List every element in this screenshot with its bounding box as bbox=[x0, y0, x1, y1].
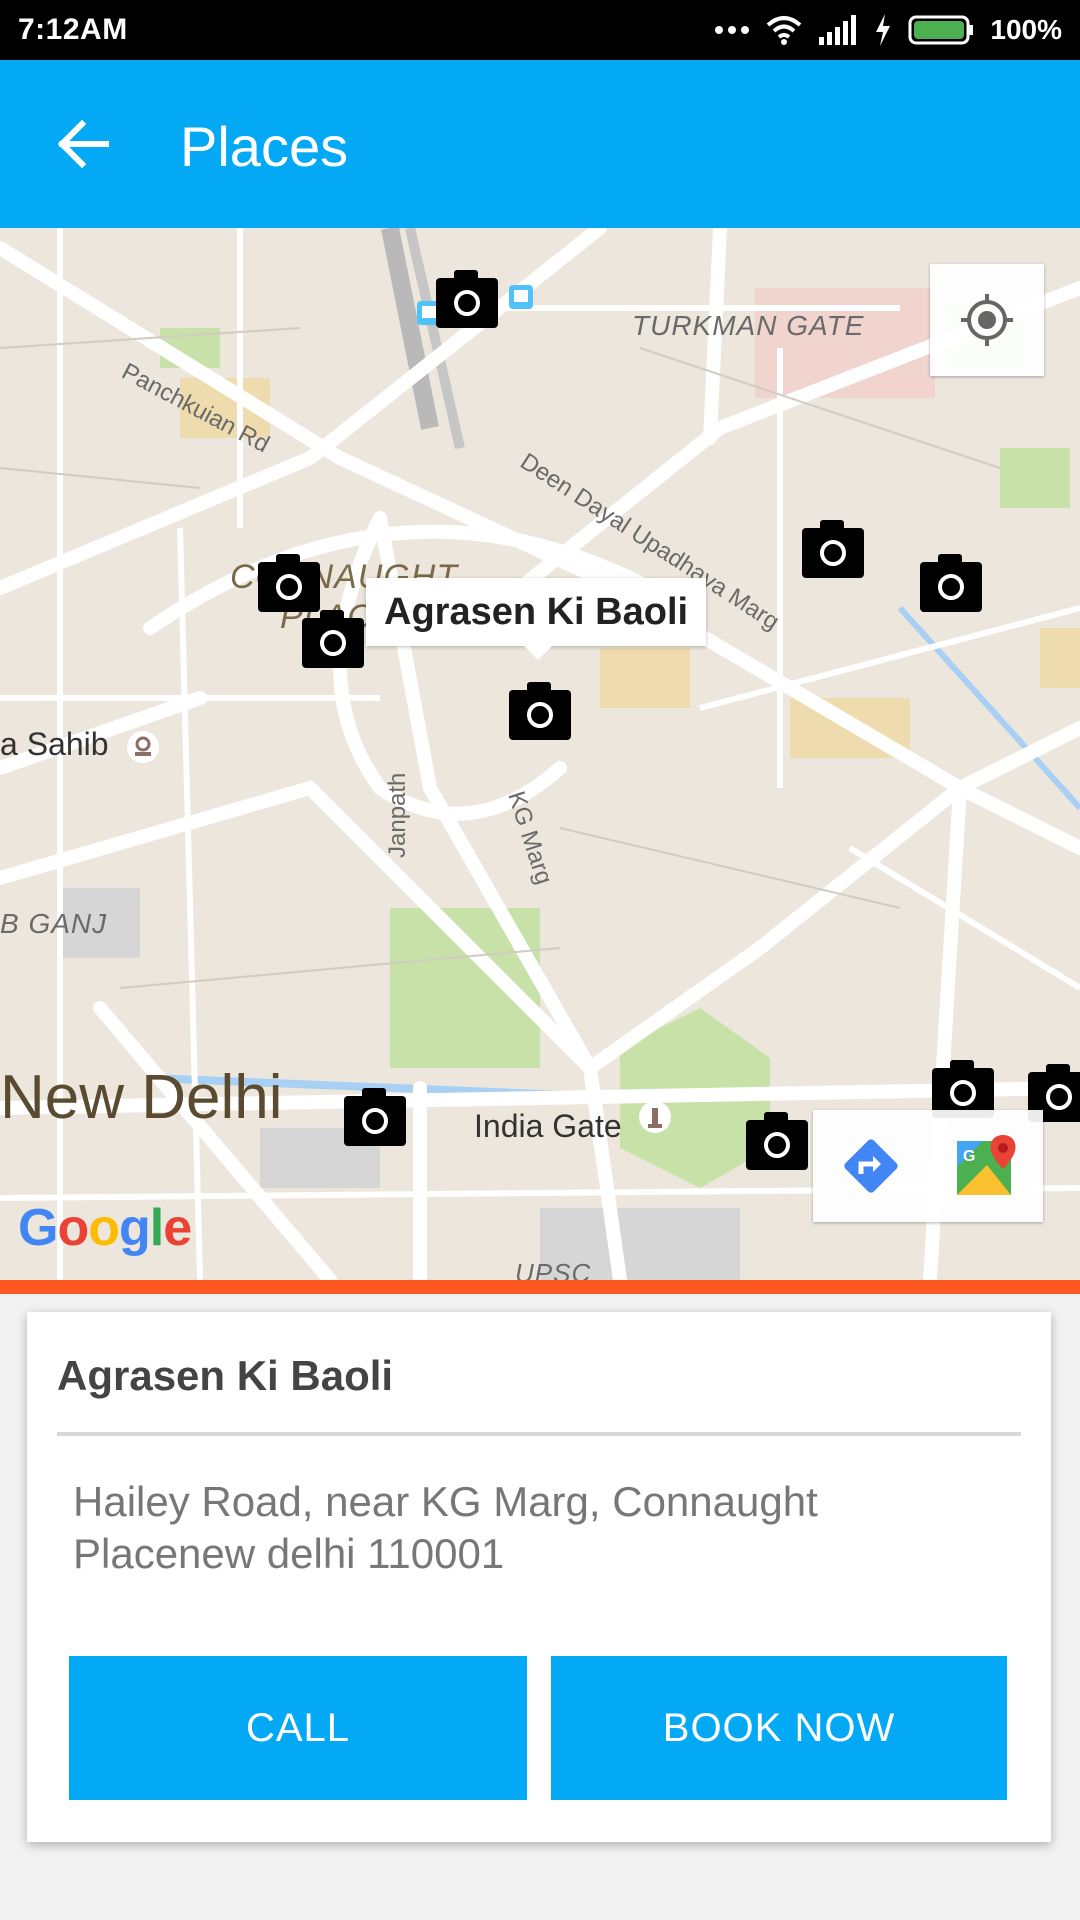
battery-icon bbox=[908, 15, 974, 45]
marker-info-window[interactable]: Agrasen Ki Baoli bbox=[366, 578, 707, 660]
map-label-turkman-gate: TURKMAN GATE bbox=[632, 310, 865, 341]
svg-text:G: G bbox=[963, 1148, 975, 1165]
page-title: Places bbox=[180, 115, 349, 178]
camera-marker-selected-icon[interactable] bbox=[509, 682, 571, 740]
worship-icon bbox=[127, 731, 159, 763]
google-logo: Google bbox=[18, 1199, 192, 1257]
signal-icon bbox=[819, 15, 857, 45]
back-button[interactable] bbox=[44, 112, 124, 176]
map-label-upsc: UPSC bbox=[515, 1258, 592, 1280]
map-toolbar: G bbox=[813, 1110, 1043, 1222]
wifi-icon bbox=[767, 16, 802, 45]
map-label-janpath: Janpath bbox=[384, 772, 411, 858]
camera-marker-icon[interactable] bbox=[746, 1112, 808, 1170]
camera-marker-icon[interactable] bbox=[920, 554, 982, 612]
google-maps-icon: G bbox=[956, 1135, 1015, 1195]
open-in-maps-button[interactable]: G bbox=[928, 1110, 1043, 1222]
camera-marker-icon[interactable] bbox=[344, 1088, 406, 1146]
my-location-button[interactable] bbox=[930, 264, 1044, 376]
my-location-icon bbox=[961, 294, 1013, 346]
arrow-back-icon bbox=[58, 120, 109, 168]
camera-marker-icon[interactable] bbox=[258, 554, 320, 612]
map-label-sahib: a Sahib bbox=[0, 726, 109, 762]
directions-icon bbox=[843, 1139, 898, 1193]
map-label-new-delhi: New Delhi bbox=[0, 1063, 283, 1132]
status-bar: 7:12AM 100% bbox=[0, 0, 1080, 60]
call-button[interactable]: CALL bbox=[69, 1656, 527, 1800]
battery-percent: 100% bbox=[990, 14, 1062, 45]
accent-divider bbox=[0, 1280, 1080, 1294]
camera-marker-icon[interactable] bbox=[436, 270, 498, 328]
book-now-button[interactable]: BOOK NOW bbox=[551, 1656, 1007, 1800]
place-title: Agrasen Ki Baoli bbox=[57, 1352, 394, 1399]
camera-marker-icon[interactable] bbox=[802, 520, 864, 578]
map-view[interactable]: TURKMAN GATE Panchkuian Rd Deen Dayal Up… bbox=[0, 228, 1080, 1280]
app-bar: Places bbox=[0, 60, 1080, 228]
status-time: 7:12AM bbox=[18, 13, 128, 46]
camera-marker-icon[interactable] bbox=[302, 610, 364, 668]
bus-stop-icon bbox=[509, 285, 533, 309]
place-address: Hailey Road, near KG Marg, Connaught Pla… bbox=[73, 1478, 818, 1577]
monument-icon bbox=[639, 1101, 671, 1133]
charging-icon bbox=[876, 14, 891, 46]
directions-button[interactable] bbox=[813, 1110, 928, 1222]
map-label-b-ganj: B GANJ bbox=[0, 908, 108, 939]
map-label-india-gate: India Gate bbox=[474, 1108, 622, 1144]
status-icons: 100% bbox=[714, 10, 1062, 50]
more-dots-icon bbox=[715, 26, 750, 34]
place-detail-card: Agrasen Ki Baoli Hailey Road, near KG Ma… bbox=[27, 1312, 1051, 1842]
card-divider bbox=[57, 1432, 1021, 1436]
